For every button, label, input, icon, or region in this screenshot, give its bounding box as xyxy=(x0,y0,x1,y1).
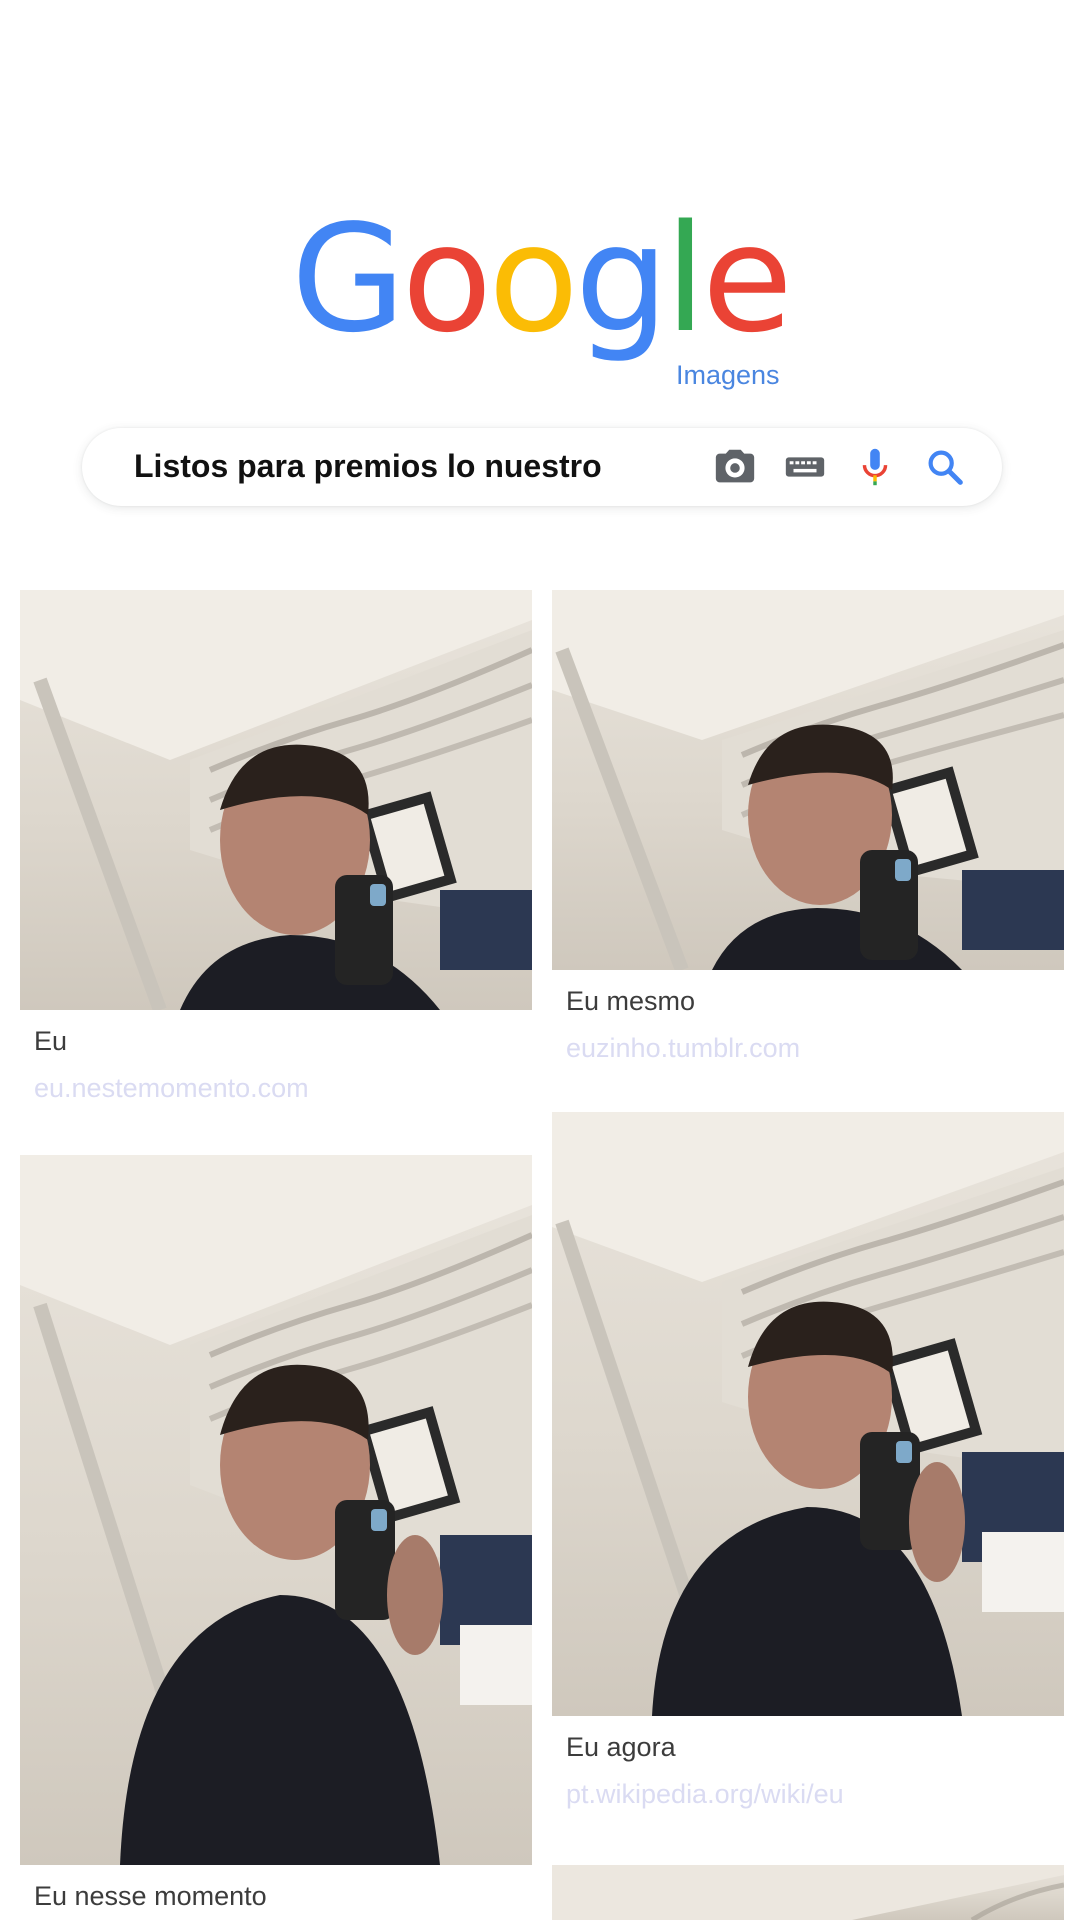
logo-letter: o xyxy=(488,193,579,365)
logo-subtitle: Imagens xyxy=(676,360,780,390)
result-thumbnail[interactable] xyxy=(552,1112,1064,1716)
search-icon[interactable] xyxy=(922,444,968,490)
keyboard-icon[interactable] xyxy=(782,444,828,490)
image-search-page: Google Imagens Listos para premios lo nu… xyxy=(0,0,1080,1920)
result-source[interactable]: pt.wikipedia.org/wiki/eu xyxy=(566,1779,1064,1810)
image-result[interactable]: Eu mesmo euzinho.tumblr.com xyxy=(552,590,1064,1064)
logo-letter: e xyxy=(701,193,793,365)
result-title[interactable]: Eu agora xyxy=(566,1732,1064,1763)
image-result[interactable] xyxy=(552,1865,1064,1920)
image-result[interactable]: Eu eu.nestemomento.com xyxy=(20,590,532,1104)
logo-letter: G xyxy=(291,193,406,365)
image-result[interactable]: Eu agora pt.wikipedia.org/wiki/eu xyxy=(552,1112,1064,1810)
camera-icon[interactable] xyxy=(712,444,758,490)
google-logo: Google xyxy=(0,205,1080,353)
result-title[interactable]: Eu nesse momento xyxy=(34,1881,532,1912)
result-title[interactable]: Eu xyxy=(34,1026,532,1057)
search-query[interactable]: Listos para premios lo nuestro xyxy=(134,448,602,485)
result-title[interactable]: Eu mesmo xyxy=(566,986,1064,1017)
result-thumbnail[interactable] xyxy=(20,590,532,1010)
search-bar[interactable]: Listos para premios lo nuestro xyxy=(82,428,1002,506)
logo-letter: o xyxy=(401,193,493,365)
result-source[interactable]: euzinho.tumblr.com xyxy=(566,1033,1064,1064)
microphone-icon[interactable] xyxy=(852,444,898,490)
image-result[interactable]: Eu nesse momento xyxy=(20,1155,532,1912)
logo-letter: g xyxy=(574,193,669,365)
result-source[interactable]: eu.nestemomento.com xyxy=(34,1073,532,1104)
result-thumbnail[interactable] xyxy=(552,590,1064,970)
result-thumbnail[interactable] xyxy=(20,1155,532,1865)
logo-letter: l xyxy=(664,193,706,365)
result-thumbnail[interactable] xyxy=(552,1865,1064,1920)
